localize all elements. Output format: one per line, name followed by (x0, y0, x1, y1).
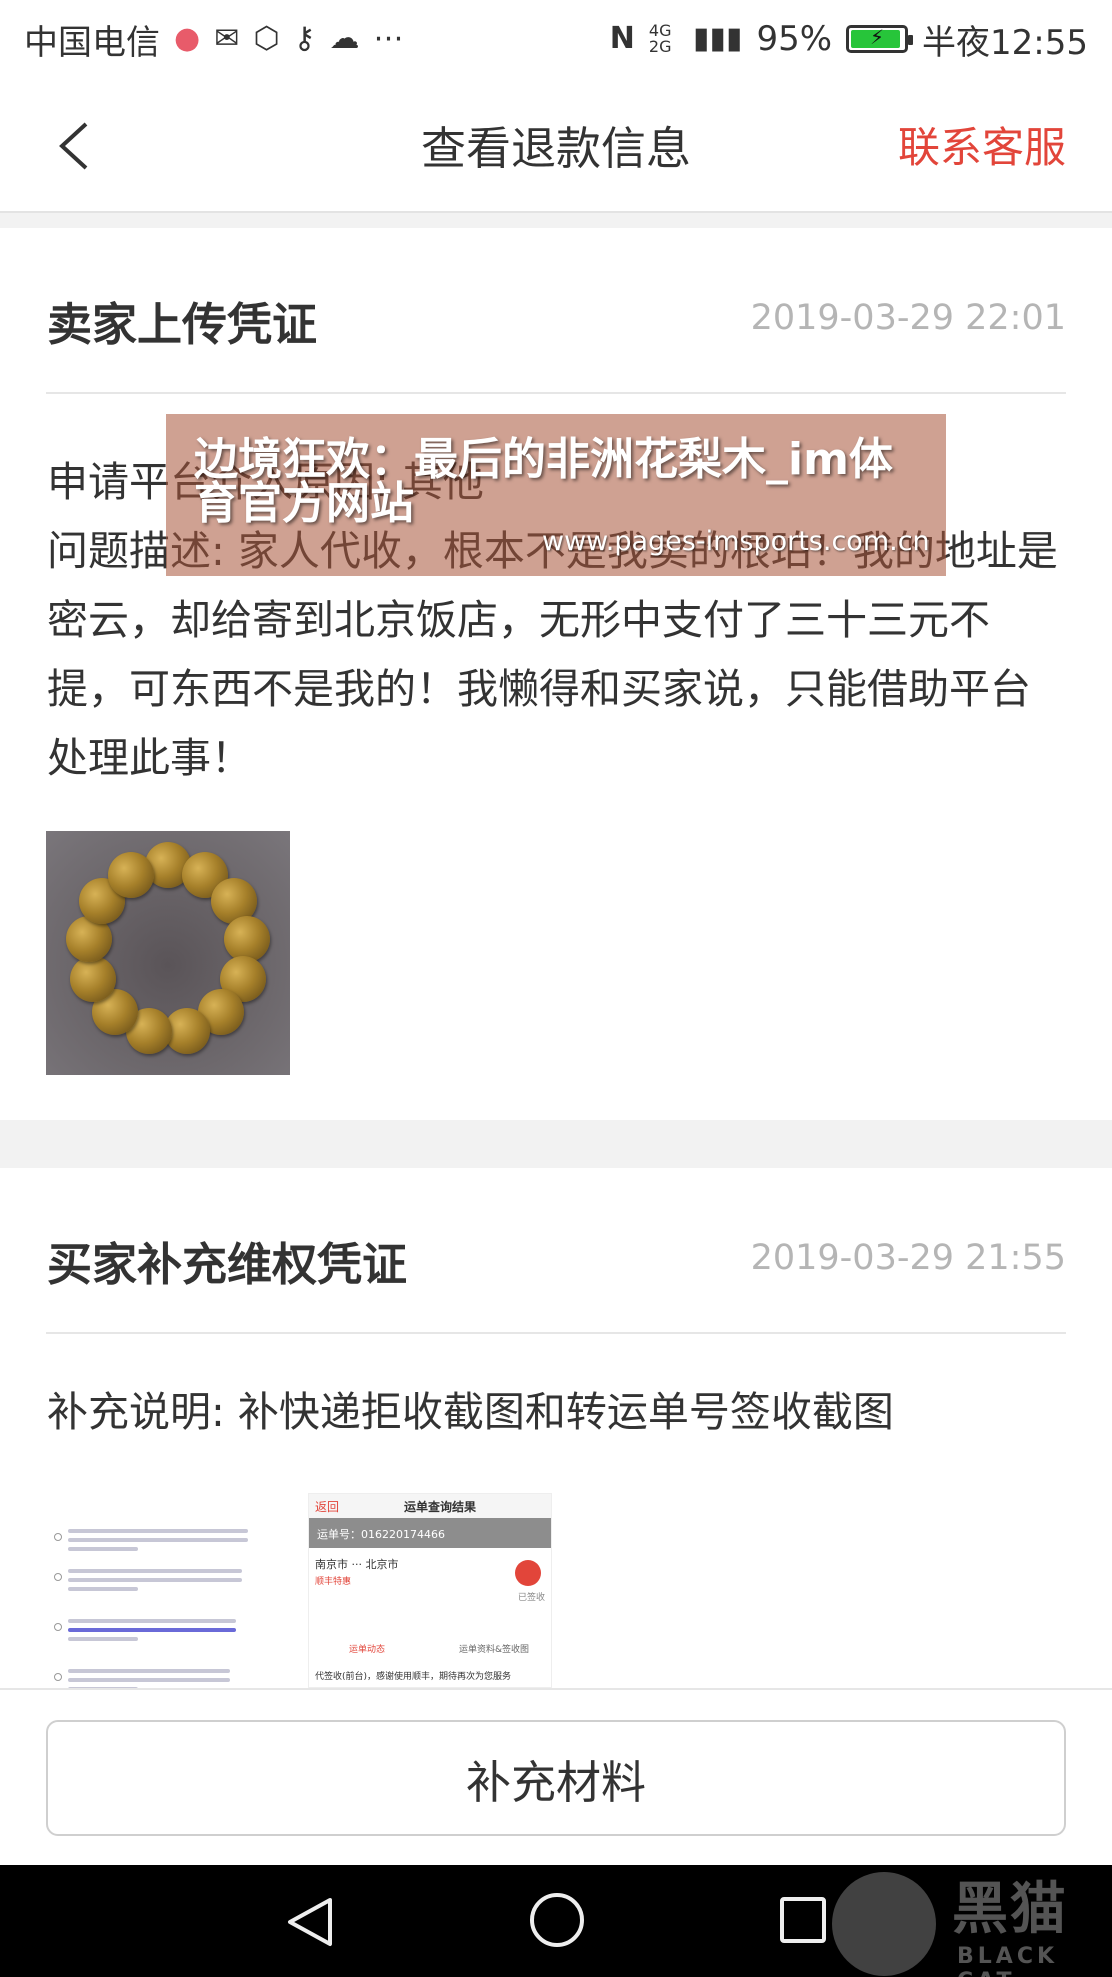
timeline-text-line (68, 1637, 138, 1641)
divider (46, 1332, 1066, 1334)
watermark-url: www.pages-imsports.com.cn (542, 526, 930, 557)
nav-recent-apps-icon[interactable] (780, 1897, 826, 1943)
status-bar: 中国电信 ● ✉ ⬡ ⚷ ☁ ⋯ N 4G 2G ▮▮▮ 95% ⚡ 半夜12:… (0, 0, 1112, 78)
timeline-text-line (68, 1538, 248, 1542)
thumb-tab-info: 运单资料&签收图 (459, 1645, 530, 1655)
nfc-icon: N (609, 21, 635, 56)
timeline-text-line (68, 1578, 242, 1582)
evidence-thumbnails: 返回 运单查询结果 运单号：016220174466 南京市 ··· 北京市 顺… (46, 1493, 554, 1688)
signal-icon: ▮▮▮ (692, 21, 743, 56)
hexagon-icon: ⬡ (253, 21, 280, 56)
key-icon: ⚷ (293, 21, 316, 56)
timeline-dot (54, 1533, 62, 1541)
bead (70, 955, 117, 1002)
buyer-description: 补充说明: 补快递拒收截图和转运单号签收截图 (47, 1388, 894, 1436)
card-header: 买家补充维权凭证 2019-03-29 21:55 (0, 1168, 1112, 1334)
black-cat-watermark: 黑猫 BLACK CAT (832, 1858, 1112, 1977)
battery-icon: ⚡ (846, 25, 914, 53)
watermark-text: 边境狂欢：最后的非洲花梨木_im体育官方网站 (194, 434, 893, 529)
signed-stamp-icon (515, 1560, 541, 1586)
thumb-tabs: 运单动态 运单资料&签收图 (309, 1616, 551, 1656)
title-bar: 查看退款信息 联系客服 (0, 78, 1112, 213)
brand-cn: 黑猫 (952, 1877, 1068, 1942)
contact-service-link[interactable]: 联系客服 (898, 114, 1066, 175)
evidence-screenshot-2[interactable]: 返回 运单查询结果 运单号：016220174466 南京市 ··· 北京市 顺… (308, 1493, 552, 1688)
more-icon: ⋯ (373, 21, 404, 56)
bottom-action-bar: 补充材料 (0, 1688, 1112, 1865)
card-title: 买家补充维权凭证 (47, 1238, 408, 1291)
timeline-text-line (68, 1669, 230, 1673)
battery-percent: 95% (756, 19, 833, 59)
network-label: 4G 2G (648, 21, 672, 56)
watermark-banner: 边境狂欢：最后的非洲花梨木_im体育官方网站 www.pages-imsport… (166, 414, 946, 576)
card-timestamp: 2019-03-29 22:01 (750, 298, 1066, 338)
evidence-photo[interactable] (46, 831, 290, 1075)
thumb-back-link: 返回 (315, 1500, 340, 1514)
thumb-title: 运单查询结果 (404, 1500, 477, 1514)
thumb-header: 返回 运单查询结果 (309, 1494, 551, 1518)
cloud-icon: ☁ (329, 21, 360, 56)
pig-icon: ● (174, 21, 201, 56)
brand-en: BLACK CAT (957, 1944, 1059, 1977)
mail-icon: ✉ (214, 21, 240, 56)
bead (107, 851, 154, 898)
thumb-tag: 顺丰特惠 (315, 1577, 352, 1587)
timeline-text-line (68, 1678, 230, 1682)
card-header: 卖家上传凭证 2019-03-29 22:01 (0, 228, 1112, 394)
supplement-materials-button[interactable]: 补充材料 (46, 1720, 1066, 1836)
timeline-dot (54, 1623, 62, 1631)
carrier-label: 中国电信 (24, 22, 160, 63)
thumb-footer: 代签收(前台)，感谢使用顺丰，期待再次为您服务 (315, 1672, 512, 1682)
charging-icon: ⚡ (869, 25, 885, 49)
timeline-text-line (68, 1587, 138, 1591)
card-timestamp: 2019-03-29 21:55 (750, 1238, 1066, 1278)
thumb-status: 已签收 (517, 1593, 545, 1603)
thumb-order-number: 运单号：016220174466 (309, 1518, 551, 1548)
timeline-text-line (68, 1529, 248, 1533)
timeline-text-line (68, 1547, 138, 1551)
divider (46, 392, 1066, 394)
timeline-text-line (68, 1619, 236, 1623)
card-title: 卖家上传凭证 (47, 298, 318, 351)
nav-home-icon[interactable] (530, 1893, 584, 1947)
bead (224, 915, 271, 962)
buyer-evidence-card: 买家补充维权凭证 2019-03-29 21:55 补充说明: 补快递拒收截图和… (0, 1168, 1112, 1688)
timeline-text-line (68, 1569, 242, 1573)
refund-info-screen: 中国电信 ● ✉ ⬡ ⚷ ☁ ⋯ N 4G 2G ▮▮▮ 95% ⚡ 半夜12:… (0, 0, 1112, 1977)
timeline-dot (54, 1673, 62, 1681)
evidence-screenshot-1[interactable] (46, 1493, 290, 1688)
timeline-dot (54, 1573, 62, 1581)
timeline-text-line (68, 1628, 236, 1632)
clock: 半夜12:55 (922, 22, 1088, 63)
thumb-tab-tracking: 运单动态 (349, 1645, 386, 1655)
seller-evidence-card: 卖家上传凭证 2019-03-29 22:01 申请平台介入原因: 其他 问题描… (0, 228, 1112, 1120)
thumb-route: 南京市 ··· 北京市 (315, 1558, 399, 1571)
cat-logo-icon (832, 1872, 936, 1976)
nav-back-icon[interactable] (282, 1894, 338, 1950)
